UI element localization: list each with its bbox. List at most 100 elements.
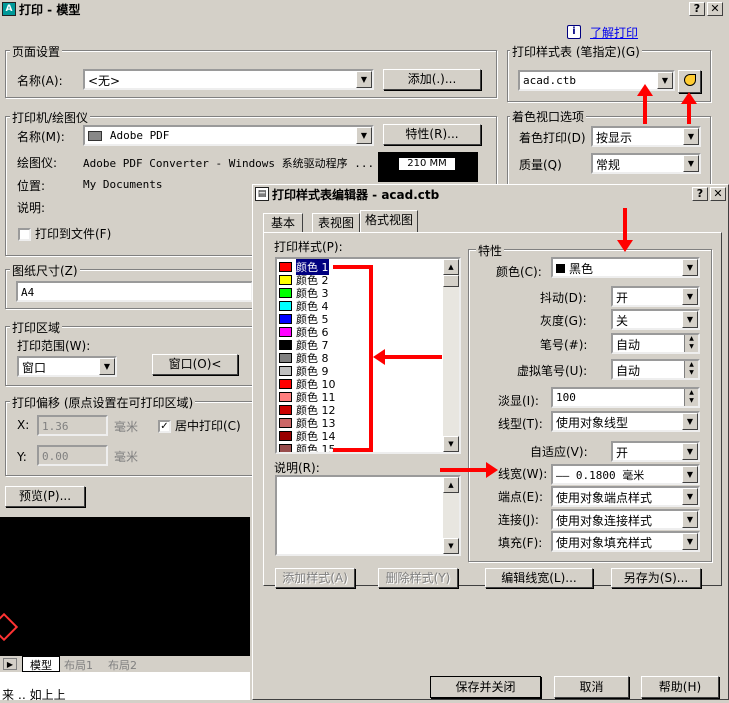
tab-general[interactable]: 基本 (263, 213, 303, 233)
dither-combo[interactable]: 开 ▼ (611, 286, 700, 307)
edit-lineweights-button[interactable]: 编辑线宽(L)... (485, 568, 593, 588)
grayscale-combo[interactable]: 关 ▼ (611, 309, 700, 330)
chevron-down-icon[interactable]: ▼ (682, 488, 698, 505)
tab-model[interactable]: 模型 (22, 656, 60, 672)
chevron-down-icon[interactable]: ▼ (682, 311, 698, 328)
quality-label: 质量(Q) (519, 158, 562, 172)
screening-spinner[interactable]: 100 ▲ ▼ (551, 387, 700, 408)
linetype-combo[interactable]: 使用对象线型 ▼ (551, 411, 700, 432)
tab-table-view[interactable]: 表视图 (312, 213, 360, 233)
scroll-down-icon[interactable]: ▼ (443, 538, 459, 554)
chevron-down-icon[interactable]: ▼ (682, 443, 698, 460)
cancel-button[interactable]: 取消 (554, 676, 629, 698)
annotation-arrowhead (637, 84, 653, 96)
chevron-down-icon[interactable]: ▼ (682, 259, 698, 276)
color-swatch (279, 300, 292, 311)
paper-size-combo[interactable]: A4 (16, 281, 253, 302)
preview-button[interactable]: 预览(P)... (5, 486, 85, 507)
plot-offset-group-label: 打印偏移 (原点设置在可打印区域) (10, 394, 196, 411)
color-swatch (279, 274, 292, 285)
color-swatch (279, 261, 292, 272)
scroll-thumb[interactable] (443, 275, 459, 287)
tab-nav-arrow[interactable]: ▶ (3, 658, 17, 670)
learn-print-link[interactable]: 了解打印 (590, 24, 638, 41)
scroll-up-icon[interactable]: ▲ (443, 259, 459, 275)
chevron-down-icon[interactable]: ▼ (682, 288, 698, 305)
printer-name-combo[interactable]: Adobe PDF ▼ (83, 125, 374, 146)
x-offset-unit: 毫米 (114, 420, 139, 434)
color-swatch (279, 326, 292, 337)
adaptive-combo[interactable]: 开 ▼ (611, 441, 700, 462)
chevron-down-icon[interactable]: ▼ (683, 155, 699, 172)
close-title-button[interactable]: ✕ (707, 2, 723, 16)
editor-help-title-button[interactable]: ? (692, 187, 708, 201)
color-combo[interactable]: 黑色 ▼ (551, 257, 700, 278)
chevron-down-icon[interactable]: ▼ (682, 511, 698, 528)
autocad-app-icon: A (2, 2, 16, 16)
spinner-arrows-icon[interactable]: ▲ ▼ (684, 335, 698, 352)
location-label: 位置: (17, 179, 46, 193)
description-textbox[interactable]: ▲ ▼ (275, 475, 461, 556)
color-swatch (279, 378, 292, 389)
shade-plot-combo[interactable]: 按显示 ▼ (591, 126, 701, 147)
paper-dimension-label: 210 MM (398, 157, 456, 171)
tab-layout1[interactable]: 布局1 (64, 657, 93, 673)
description-label: 说明: (17, 201, 46, 215)
add-page-setup-button[interactable]: 添加(.)... (383, 69, 481, 90)
chevron-down-icon[interactable]: ▼ (99, 358, 115, 375)
page-setup-name-combo[interactable]: <无> ▼ (83, 69, 374, 90)
description-scrollbar[interactable]: ▲ ▼ (443, 477, 459, 554)
save-and-close-button[interactable]: 保存并关闭 (430, 676, 541, 698)
spinner-arrows-icon[interactable]: ▲ ▼ (684, 361, 698, 378)
x-offset-field[interactable]: 1.36 (37, 415, 108, 436)
plot-style-name: 颜色 15 (296, 442, 336, 454)
tab-layout2[interactable]: 布局2 (108, 657, 137, 673)
checkbox-checked-icon[interactable]: ✓ (158, 420, 171, 433)
chevron-down-icon[interactable]: ▼ (682, 533, 698, 550)
chevron-down-icon[interactable]: ▼ (356, 127, 372, 144)
delete-style-button[interactable]: 删除样式(Y) (378, 568, 458, 588)
scroll-down-icon[interactable]: ▼ (443, 436, 459, 452)
plot-styles-scrollbar[interactable]: ▲ ▼ (443, 259, 459, 452)
edit-plot-style-button[interactable] (678, 70, 701, 93)
color-label: 颜色(C): (496, 265, 542, 279)
color-swatch (279, 443, 292, 452)
print-to-file-checkbox[interactable]: 打印到文件(F) (18, 225, 111, 242)
virtual-pen-spinner[interactable]: 自动 ▲ ▼ (611, 359, 700, 380)
color-swatch (279, 417, 292, 428)
ucs-icon (0, 612, 19, 642)
fill-style-combo[interactable]: 使用对象填充样式 ▼ (551, 531, 700, 552)
location-value: My Documents (83, 178, 163, 191)
editor-close-title-button[interactable]: ✕ (710, 187, 726, 201)
grayscale-label: 灰度(G): (540, 314, 587, 328)
plotter-value: Adobe PDF Converter - Windows 系统驱动程序 ... (83, 157, 375, 170)
chevron-down-icon[interactable]: ▼ (682, 413, 698, 430)
plot-range-label: 打印范围(W): (17, 339, 91, 353)
virtual-pen-label: 虚拟笔号(U): (517, 364, 588, 378)
help-title-button[interactable]: ? (689, 2, 705, 16)
help-button[interactable]: 帮助(H) (641, 676, 719, 698)
lineweight-combo[interactable]: —— 0.1800 毫米 ▼ (551, 464, 700, 485)
chevron-down-icon[interactable]: ▼ (683, 128, 699, 145)
chevron-down-icon[interactable]: ▼ (682, 466, 698, 483)
chevron-down-icon[interactable]: ▼ (657, 72, 673, 89)
line-join-combo[interactable]: 使用对象连接样式 ▼ (551, 509, 700, 530)
center-plot-checkbox[interactable]: ✓ 居中打印(C) (158, 417, 241, 434)
printer-properties-button[interactable]: 特性(R)... (383, 124, 481, 145)
checkbox-icon[interactable] (18, 228, 31, 241)
line-end-combo[interactable]: 使用对象端点样式 ▼ (551, 486, 700, 507)
editor-app-icon: ▤ (255, 187, 269, 201)
color-swatch (279, 339, 292, 350)
plot-range-combo[interactable]: 窗口 ▼ (17, 356, 117, 377)
spinner-arrows-icon[interactable]: ▲ ▼ (684, 389, 698, 406)
scroll-up-icon[interactable]: ▲ (443, 477, 459, 493)
add-style-button[interactable]: 添加样式(A) (275, 568, 355, 588)
chevron-down-icon[interactable]: ▼ (356, 71, 372, 88)
tab-form-view[interactable]: 格式视图 (360, 210, 418, 233)
annotation-arrow-right (440, 468, 488, 472)
quality-combo[interactable]: 常规 ▼ (591, 153, 701, 174)
pen-number-spinner[interactable]: 自动 ▲ ▼ (611, 333, 700, 354)
y-offset-field[interactable]: 0.00 (37, 445, 108, 466)
save-as-button[interactable]: 另存为(S)... (611, 568, 701, 588)
window-select-button[interactable]: 窗口(O)< (152, 354, 238, 375)
